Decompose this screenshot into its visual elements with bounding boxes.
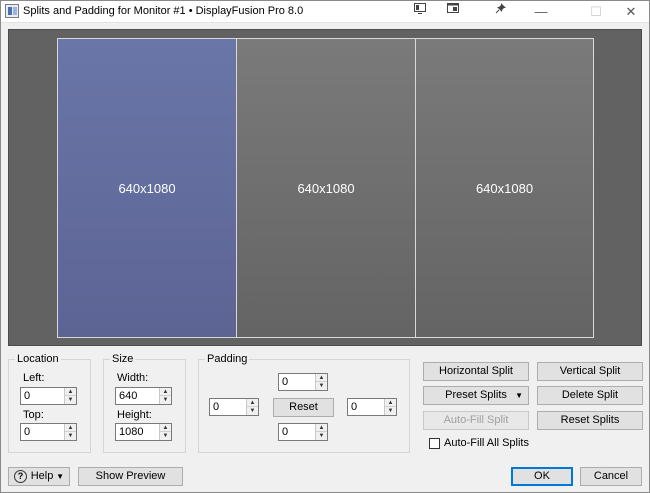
height-label: Height: bbox=[117, 409, 152, 421]
left-down-arrow-icon[interactable]: ▼ bbox=[65, 396, 76, 404]
top-value: 0 bbox=[24, 426, 31, 438]
width-down-arrow-icon[interactable]: ▼ bbox=[160, 396, 171, 404]
vertical-split-button[interactable]: Vertical Split bbox=[537, 362, 643, 381]
padding-top-spinner[interactable]: 0 ▲ ▼ bbox=[278, 373, 328, 391]
delete-split-button[interactable]: Delete Split bbox=[537, 386, 643, 405]
auto-fill-split-button: Auto-Fill Split bbox=[423, 411, 529, 430]
split-2[interactable]: 640x1080 bbox=[236, 38, 416, 338]
height-value: 1080 bbox=[119, 426, 144, 438]
padding-right-up-arrow-icon[interactable]: ▲ bbox=[385, 399, 396, 407]
padding-right-value: 0 bbox=[351, 401, 358, 413]
size-group: Size Width: 640 ▲ ▼ Height: 1080 ▲ ▼ bbox=[103, 353, 186, 453]
width-spinner[interactable]: 640 ▲ ▼ bbox=[115, 387, 172, 405]
split-2-label: 640x1080 bbox=[297, 180, 355, 196]
left-up-arrow-icon[interactable]: ▲ bbox=[65, 388, 76, 396]
displayfusion-app-icon bbox=[5, 4, 19, 18]
padding-left-up-arrow-icon[interactable]: ▲ bbox=[247, 399, 258, 407]
split-1-label: 640x1080 bbox=[118, 180, 176, 196]
width-up-arrow-icon[interactable]: ▲ bbox=[160, 388, 171, 396]
horizontal-split-button[interactable]: Horizontal Split bbox=[423, 362, 529, 381]
height-spinner[interactable]: 1080 ▲ ▼ bbox=[115, 423, 172, 441]
padding-left-value: 0 bbox=[213, 401, 220, 413]
top-down-arrow-icon[interactable]: ▼ bbox=[65, 432, 76, 440]
minimize-button[interactable]: — bbox=[526, 1, 556, 23]
monitor-preview: 640x1080 640x1080 640x1080 bbox=[8, 29, 642, 346]
padding-bottom-spinner[interactable]: 0 ▲ ▼ bbox=[278, 423, 328, 441]
padding-top-down-arrow-icon[interactable]: ▼ bbox=[316, 382, 327, 390]
help-dropdown-arrow-icon: ▼ bbox=[56, 472, 64, 481]
padding-left-spinner[interactable]: 0 ▲ ▼ bbox=[209, 398, 259, 416]
title-bar[interactable]: Splits and Padding for Monitor #1 • Disp… bbox=[1, 1, 649, 23]
cancel-button[interactable]: Cancel bbox=[580, 467, 642, 486]
top-up-arrow-icon[interactable]: ▲ bbox=[65, 424, 76, 432]
padding-right-down-arrow-icon[interactable]: ▼ bbox=[385, 407, 396, 415]
help-button[interactable]: ? Help ▼ bbox=[8, 467, 70, 486]
auto-fill-all-checkbox[interactable] bbox=[429, 438, 440, 449]
padding-right-spinner[interactable]: 0 ▲ ▼ bbox=[347, 398, 397, 416]
splits-padding-window: Splits and Padding for Monitor #1 • Disp… bbox=[0, 0, 650, 493]
preset-splits-label: Preset Splits bbox=[445, 389, 507, 401]
padding-group-title: Padding bbox=[205, 353, 250, 365]
padding-left-down-arrow-icon[interactable]: ▼ bbox=[247, 407, 258, 415]
padding-group: Padding 0 ▲ ▼ 0 ▲ ▼ Reset 0 ▲ ▼ 0 ▲ ▼ bbox=[198, 353, 410, 453]
left-value: 0 bbox=[24, 390, 31, 402]
location-group: Location Left: 0 ▲ ▼ Top: 0 ▲ ▼ bbox=[8, 353, 91, 453]
padding-top-up-arrow-icon[interactable]: ▲ bbox=[316, 374, 327, 382]
height-down-arrow-icon[interactable]: ▼ bbox=[160, 432, 171, 440]
top-label: Top: bbox=[23, 409, 44, 421]
padding-bottom-up-arrow-icon[interactable]: ▲ bbox=[316, 424, 327, 432]
ok-button[interactable]: OK bbox=[511, 467, 573, 486]
dropdown-arrow-icon: ▼ bbox=[515, 391, 523, 400]
pin-icon[interactable] bbox=[491, 3, 509, 20]
auto-fill-all-label[interactable]: Auto-Fill All Splits bbox=[444, 437, 529, 449]
maximize-button: ☐ bbox=[590, 4, 602, 19]
window-title: Splits and Padding for Monitor #1 • Disp… bbox=[23, 5, 304, 17]
left-label: Left: bbox=[23, 372, 45, 384]
location-group-title: Location bbox=[15, 353, 61, 365]
close-button[interactable]: ✕ bbox=[616, 1, 646, 23]
help-icon: ? bbox=[14, 470, 27, 483]
padding-reset-button[interactable]: Reset bbox=[273, 398, 334, 417]
split-1[interactable]: 640x1080 bbox=[57, 38, 237, 338]
padding-bottom-value: 0 bbox=[282, 426, 289, 438]
padding-bottom-down-arrow-icon[interactable]: ▼ bbox=[316, 432, 327, 440]
window-settings-icon[interactable] bbox=[444, 3, 462, 20]
height-up-arrow-icon[interactable]: ▲ bbox=[160, 424, 171, 432]
reset-splits-button[interactable]: Reset Splits bbox=[537, 411, 643, 430]
monitor-config-icon[interactable] bbox=[411, 3, 429, 20]
left-spinner[interactable]: 0 ▲ ▼ bbox=[20, 387, 77, 405]
help-label: Help bbox=[30, 470, 54, 482]
preset-splits-button[interactable]: Preset Splits ▼ bbox=[423, 386, 529, 405]
width-value: 640 bbox=[119, 390, 138, 402]
show-preview-button[interactable]: Show Preview bbox=[78, 467, 183, 486]
width-label: Width: bbox=[117, 372, 149, 384]
top-spinner[interactable]: 0 ▲ ▼ bbox=[20, 423, 77, 441]
split-3[interactable]: 640x1080 bbox=[415, 38, 594, 338]
split-3-label: 640x1080 bbox=[475, 180, 534, 196]
size-group-title: Size bbox=[110, 353, 136, 365]
padding-top-value: 0 bbox=[282, 376, 289, 388]
